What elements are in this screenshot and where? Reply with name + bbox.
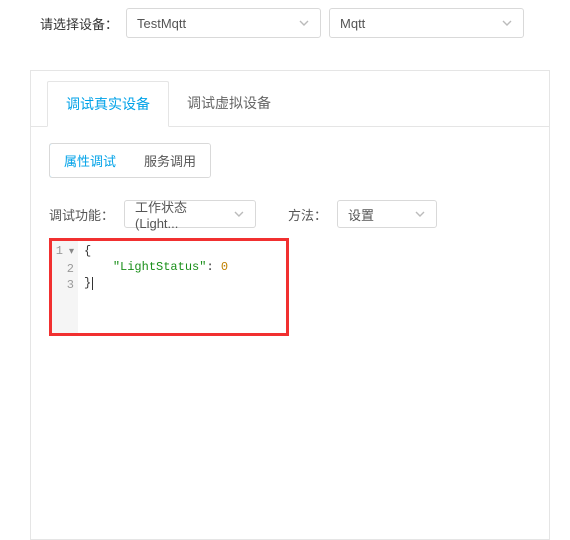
device-select[interactable]: TestMqtt (126, 8, 321, 38)
chevron-down-icon (233, 208, 245, 220)
protocol-select-value: Mqtt (340, 16, 365, 31)
chevron-down-icon (298, 17, 310, 29)
chevron-down-icon (501, 17, 513, 29)
device-select-value: TestMqtt (137, 16, 186, 31)
debug-tabs: 调试真实设备 调试虚拟设备 (31, 81, 549, 127)
method-select[interactable]: 设置 (337, 200, 437, 228)
editor-gutter: 1 ▾ 2 3 (52, 241, 78, 333)
function-select-value: 工作状态 (Light... (135, 197, 233, 231)
attr-debug-button[interactable]: 属性调试 (49, 143, 131, 178)
function-select[interactable]: 工作状态 (Light... (124, 200, 256, 228)
mode-button-group: 属性调试 服务调用 (49, 143, 211, 178)
editor-code[interactable]: { "LightStatus": 0 } (78, 241, 286, 333)
function-label: 调试功能： (49, 205, 114, 224)
method-label: 方法： (288, 205, 327, 224)
protocol-select[interactable]: Mqtt (329, 8, 524, 38)
text-cursor-icon (92, 277, 93, 290)
chevron-down-icon (414, 208, 426, 220)
service-call-button[interactable]: 服务调用 (130, 144, 210, 177)
tab-real-device[interactable]: 调试真实设备 (47, 81, 169, 127)
tab-virtual-device[interactable]: 调试虚拟设备 (169, 81, 289, 126)
json-editor[interactable]: 1 ▾ 2 3 { "LightStatus": 0 } (49, 238, 289, 336)
debug-panel: 调试真实设备 调试虚拟设备 属性调试 服务调用 调试功能： 工作状态 (Ligh… (30, 70, 550, 540)
device-label: 请选择设备： (40, 14, 118, 33)
method-select-value: 设置 (348, 205, 374, 224)
